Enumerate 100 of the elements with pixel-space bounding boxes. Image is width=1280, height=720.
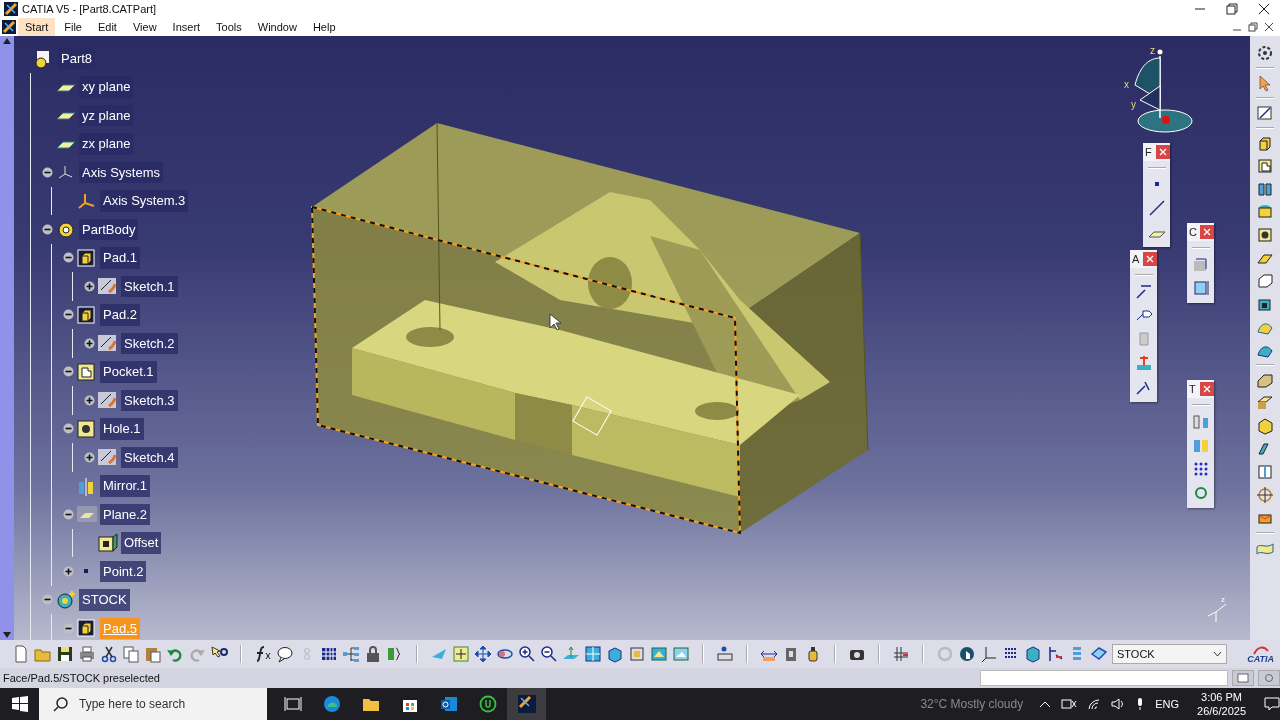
tree-item[interactable]: Pad.2 bbox=[100, 304, 140, 326]
view-plane-icon[interactable] bbox=[1134, 354, 1153, 372]
clock[interactable]: 3:06 PM 26/6/2025 bbox=[1197, 690, 1246, 718]
expand-icon[interactable] bbox=[83, 451, 95, 463]
tree-item[interactable]: xy plane bbox=[79, 76, 134, 98]
collapse-icon[interactable] bbox=[62, 508, 74, 520]
task-view-icon[interactable] bbox=[283, 695, 302, 713]
collapse-icon[interactable] bbox=[62, 252, 74, 264]
restore-icon[interactable] bbox=[1226, 3, 1238, 15]
tree-item[interactable]: zx plane bbox=[79, 133, 134, 155]
table-icon[interactable] bbox=[320, 645, 338, 663]
status-button[interactable] bbox=[1258, 670, 1280, 686]
tree-item[interactable]: Sketch.4 bbox=[121, 446, 178, 468]
tree-item[interactable]: Plane.2 bbox=[100, 503, 151, 525]
tree-item[interactable]: Sketch.2 bbox=[121, 332, 178, 354]
cut-icon[interactable] bbox=[100, 645, 118, 663]
comment-icon[interactable] bbox=[276, 645, 294, 663]
paste-icon[interactable] bbox=[144, 645, 162, 663]
expand-icon[interactable] bbox=[83, 394, 95, 406]
taskbar-search-field[interactable]: Type here to search bbox=[39, 688, 267, 720]
tree-graph-icon[interactable] bbox=[342, 645, 360, 663]
scroll-up-icon[interactable] bbox=[3, 38, 11, 44]
formula-icon[interactable] bbox=[254, 645, 272, 663]
copy-icon[interactable] bbox=[122, 645, 140, 663]
tree-item[interactable]: Pad.1 bbox=[100, 247, 140, 269]
multi-view-icon[interactable] bbox=[584, 645, 602, 663]
pocket-icon[interactable] bbox=[76, 360, 98, 383]
tree-item[interactable]: Pocket.1 bbox=[100, 361, 157, 383]
expand-icon[interactable] bbox=[62, 565, 74, 577]
pan-icon[interactable] bbox=[474, 645, 492, 663]
zoom-out-icon[interactable] bbox=[540, 645, 558, 663]
body-dropdown[interactable]: STOCK bbox=[1112, 644, 1228, 664]
network-icon[interactable] bbox=[1061, 698, 1078, 710]
close-icon[interactable] bbox=[1264, 22, 1274, 32]
app-logo-icon[interactable] bbox=[517, 695, 536, 713]
collapse-icon[interactable] bbox=[62, 423, 74, 435]
print-icon[interactable] bbox=[78, 645, 96, 663]
compass-drawing[interactable] bbox=[1134, 49, 1193, 133]
weather-text[interactable]: 32°C Mostly cloudy bbox=[920, 695, 1024, 713]
tree-item[interactable]: Sketch.1 bbox=[121, 275, 178, 297]
menu-item[interactable]: Start bbox=[18, 18, 56, 36]
zoom-in-icon[interactable] bbox=[518, 645, 536, 663]
expand-icon[interactable] bbox=[83, 280, 95, 292]
restore-icon[interactable] bbox=[1248, 22, 1258, 32]
collapse-icon[interactable] bbox=[62, 622, 74, 634]
scroll-down-icon[interactable] bbox=[3, 632, 11, 638]
fit-all-icon[interactable] bbox=[452, 645, 470, 663]
target-icon[interactable] bbox=[1256, 486, 1274, 504]
sketch-icon[interactable] bbox=[1256, 104, 1274, 122]
app-logo-icon[interactable] bbox=[2, 20, 16, 34]
pocket-icon[interactable] bbox=[1256, 157, 1274, 175]
hole-icon[interactable] bbox=[1256, 226, 1274, 244]
tree-item[interactable]: Offset bbox=[121, 532, 162, 554]
thick-surface-icon[interactable] bbox=[1256, 394, 1274, 412]
settings-icon[interactable] bbox=[1256, 44, 1274, 62]
menu-item[interactable]: Help bbox=[305, 18, 343, 36]
windows-start-icon[interactable] bbox=[11, 696, 28, 712]
menu-item[interactable]: View bbox=[125, 18, 164, 36]
tree-item[interactable]: Mirror.1 bbox=[100, 475, 151, 497]
notification-icon[interactable] bbox=[1264, 697, 1280, 711]
save-icon[interactable] bbox=[56, 645, 74, 663]
collapse-icon[interactable] bbox=[62, 366, 74, 378]
lock-icon[interactable] bbox=[364, 645, 382, 663]
cube-icon[interactable] bbox=[1024, 645, 1042, 663]
pad-icon[interactable] bbox=[76, 303, 98, 326]
tree-item[interactable]: STOCK bbox=[79, 589, 130, 611]
menu-item[interactable]: File bbox=[57, 18, 89, 36]
collapse-icon[interactable] bbox=[41, 166, 53, 178]
pad-icon[interactable] bbox=[76, 617, 98, 640]
iso-view-icon[interactable] bbox=[606, 645, 624, 663]
collapse-icon[interactable] bbox=[41, 223, 53, 235]
tree-item[interactable]: Axis Systems bbox=[79, 161, 163, 183]
chevron-up-icon[interactable] bbox=[1039, 700, 1052, 708]
tree-item[interactable]: Point.2 bbox=[100, 560, 147, 582]
language-indicator[interactable]: ENG bbox=[1155, 695, 1180, 713]
tree-item[interactable]: Sketch.3 bbox=[121, 389, 178, 411]
tree-item[interactable]: Hole.1 bbox=[100, 418, 144, 440]
expand-icon[interactable] bbox=[83, 337, 95, 349]
command-input-field[interactable] bbox=[980, 670, 1228, 686]
status-button[interactable] bbox=[1232, 670, 1254, 686]
menu-item[interactable]: Window bbox=[250, 18, 304, 36]
hole-icon[interactable] bbox=[76, 417, 98, 440]
menu-item[interactable]: Tools bbox=[209, 18, 249, 36]
tree-item[interactable]: yz plane bbox=[79, 104, 134, 126]
line-icon[interactable] bbox=[1147, 199, 1166, 217]
part-model-drawing[interactable] bbox=[310, 122, 869, 535]
collapse-icon[interactable] bbox=[41, 594, 53, 606]
tree-item[interactable]: Axis System.3 bbox=[100, 190, 189, 212]
close-icon[interactable] bbox=[1258, 3, 1270, 15]
tree-item[interactable]: PartBody bbox=[79, 218, 139, 240]
mail-icon[interactable] bbox=[439, 695, 458, 713]
speaker-icon[interactable] bbox=[1111, 698, 1126, 710]
collapse-icon[interactable] bbox=[62, 309, 74, 321]
new-file-icon[interactable] bbox=[12, 645, 30, 663]
menu-item[interactable]: Insert bbox=[165, 18, 208, 36]
pad-icon[interactable] bbox=[1256, 134, 1274, 152]
pad-icon[interactable] bbox=[76, 246, 98, 269]
wifi-icon[interactable] bbox=[1087, 698, 1102, 710]
split-icon[interactable] bbox=[1256, 371, 1274, 389]
menu-item[interactable]: Edit bbox=[90, 18, 124, 36]
